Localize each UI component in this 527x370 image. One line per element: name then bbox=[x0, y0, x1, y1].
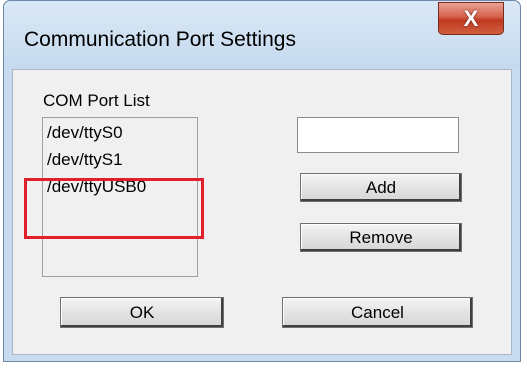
dialog-title: Communication Port Settings bbox=[24, 28, 296, 51]
close-button[interactable]: X bbox=[438, 2, 504, 35]
highlight-box bbox=[24, 178, 204, 239]
list-item[interactable]: /dev/ttyS0 bbox=[47, 123, 123, 143]
port-name-input[interactable] bbox=[297, 117, 459, 153]
list-item[interactable]: /dev/ttyS1 bbox=[47, 150, 123, 170]
remove-button[interactable]: Remove bbox=[300, 223, 462, 252]
add-button[interactable]: Add bbox=[300, 173, 462, 202]
title-bar[interactable]: Communication Port Settings X bbox=[4, 1, 520, 69]
ok-button[interactable]: OK bbox=[60, 297, 224, 328]
close-icon: X bbox=[463, 6, 479, 31]
cancel-button[interactable]: Cancel bbox=[282, 297, 473, 328]
com-port-list-label: COM Port List bbox=[43, 91, 150, 110]
